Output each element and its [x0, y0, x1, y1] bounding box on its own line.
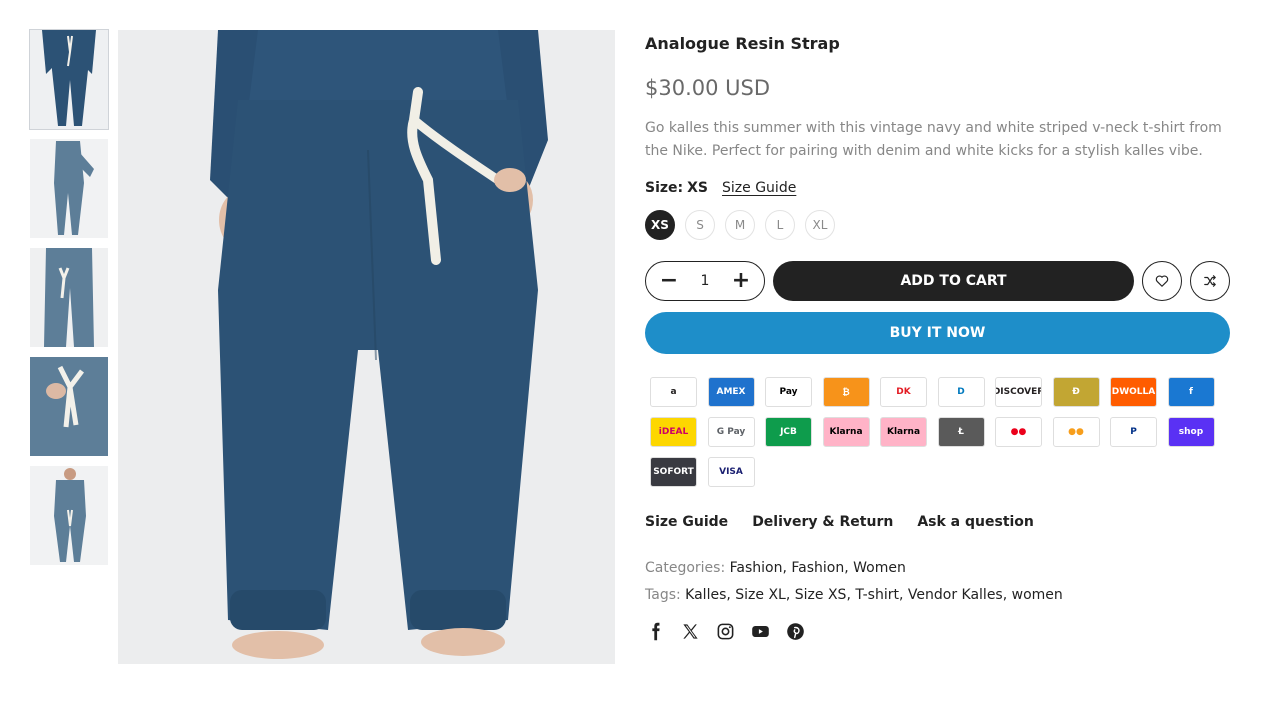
size-option-xl[interactable]: XL: [805, 210, 835, 240]
quantity-decrease-button[interactable]: −: [658, 270, 680, 292]
paypal-payment-icon: P: [1110, 417, 1157, 447]
thumbnail-4[interactable]: [30, 357, 108, 456]
tag-link[interactable]: Kalles: [685, 587, 726, 603]
quantity-increase-button[interactable]: +: [730, 270, 752, 292]
product-thumbnail-image: [30, 248, 108, 347]
quantity-stepper: − +: [645, 261, 765, 301]
shop-pay-payment-icon: shop: [1167, 417, 1215, 447]
heart-icon: [1155, 275, 1169, 287]
thumbnail-1[interactable]: [29, 29, 109, 130]
product-meta: Categories: Fashion, Fashion, Women Tags…: [645, 555, 1230, 609]
categories-label: Categories:: [645, 560, 726, 576]
tags-row: Tags: Kalles, Size XL, Size XS, T-shirt,…: [645, 587, 1063, 603]
product-thumbnail-image: [30, 139, 108, 238]
category-link[interactable]: Women: [853, 560, 906, 576]
categories-row: Categories: Fashion, Fashion, Women: [645, 560, 906, 576]
jcb-payment-icon: JCB: [765, 417, 812, 447]
navy-jogger-pants-image: [118, 30, 615, 664]
dogecoin-payment-icon: Ð: [1052, 377, 1100, 407]
youtube-icon[interactable]: [750, 621, 770, 641]
product-info: Analogue Resin Strap $30.00 USD Go kalle…: [645, 30, 1230, 641]
compare-button[interactable]: [1190, 261, 1230, 301]
category-link[interactable]: Fashion: [730, 560, 783, 576]
sofort-payment-icon: SOFORT: [650, 457, 697, 487]
facebook-icon[interactable]: [645, 621, 665, 641]
main-product-image[interactable]: [118, 30, 615, 664]
apple-pay-payment-icon: Pay: [765, 377, 812, 407]
social-share: [645, 621, 1230, 641]
visa-payment-icon: VISA: [707, 457, 755, 487]
size-selector-header: Size: XS Size Guide: [645, 180, 1230, 196]
thumbnail-5[interactable]: [30, 466, 108, 565]
product-price: $30.00 USD: [645, 76, 771, 100]
american-express-payment-icon: AMEX: [707, 377, 755, 407]
x-twitter-icon[interactable]: [680, 621, 700, 641]
add-to-cart-button[interactable]: ADD TO CART: [773, 261, 1134, 301]
mastercard-payment-icon: ●●: [1052, 417, 1100, 447]
quantity-input[interactable]: [685, 273, 725, 289]
dwolla-payment-icon: DWOLLA: [1110, 377, 1157, 407]
buy-it-now-button[interactable]: BUY IT NOW: [645, 312, 1230, 354]
tab-delivery-return[interactable]: Delivery & Return: [752, 514, 893, 530]
litecoin-payment-icon: Ł: [937, 417, 985, 447]
dankort-payment-icon: DK: [880, 377, 927, 407]
tags-label: Tags:: [645, 587, 681, 603]
size-selected-value: XS: [687, 180, 709, 196]
pinterest-icon[interactable]: [785, 621, 805, 641]
amazon-payment-icon: a: [650, 377, 697, 407]
tab-ask-question[interactable]: Ask a question: [917, 514, 1034, 530]
product-description: Go kalles this summer with this vintage …: [645, 120, 1222, 159]
size-swatches: XS S M L XL: [645, 210, 1230, 240]
tag-link[interactable]: Size XL: [735, 587, 786, 603]
instagram-icon[interactable]: [715, 621, 735, 641]
payment-methods: a AMEX Pay ₿ DK D DISCOVER Ð DWOLLA f iDEAL G Pay J…: [645, 377, 1230, 487]
tag-link[interactable]: T-shirt: [855, 587, 899, 603]
size-option-xs[interactable]: XS: [645, 210, 675, 240]
tag-link[interactable]: Vendor Kalles: [908, 587, 1003, 603]
klarna-pay-later-payment-icon: Klarna: [880, 417, 927, 447]
category-link[interactable]: Fashion: [791, 560, 844, 576]
product-title: Analogue Resin Strap: [645, 34, 840, 53]
product-thumbnail-image: [30, 466, 108, 565]
shuffle-icon: [1204, 275, 1216, 287]
klarna-payment-icon: Klarna: [822, 417, 870, 447]
size-option-m[interactable]: M: [725, 210, 755, 240]
thumbnail-2[interactable]: [30, 139, 108, 238]
wishlist-button[interactable]: [1142, 261, 1182, 301]
tab-size-guide[interactable]: Size Guide: [645, 514, 728, 530]
product-thumbnail-image: [30, 357, 108, 456]
purchase-row: − + ADD TO CART: [645, 261, 1230, 301]
maestro-payment-icon: ●●: [995, 417, 1042, 447]
bitcoin-payment-icon: ₿: [822, 377, 870, 407]
size-option-s[interactable]: S: [685, 210, 715, 240]
thumbnail-3[interactable]: [30, 248, 108, 347]
tag-link[interactable]: Size XS: [795, 587, 847, 603]
product-thumbnail-image: [30, 30, 108, 129]
ideal-payment-icon: iDEAL: [650, 417, 697, 447]
discover-payment-icon: DISCOVER: [995, 377, 1042, 407]
google-pay-payment-icon: G Pay: [707, 417, 755, 447]
product-info-tabs: Size Guide Delivery & Return Ask a quest…: [645, 514, 1230, 530]
tag-link[interactable]: women: [1012, 587, 1063, 603]
size-option-l[interactable]: L: [765, 210, 795, 240]
forbrugsforeningen-payment-icon: f: [1167, 377, 1215, 407]
diners-club-payment-icon: D: [937, 377, 985, 407]
size-guide-link[interactable]: Size Guide: [722, 180, 796, 196]
size-label: Size:: [645, 180, 684, 196]
thumbnail-gallery: [29, 29, 109, 575]
